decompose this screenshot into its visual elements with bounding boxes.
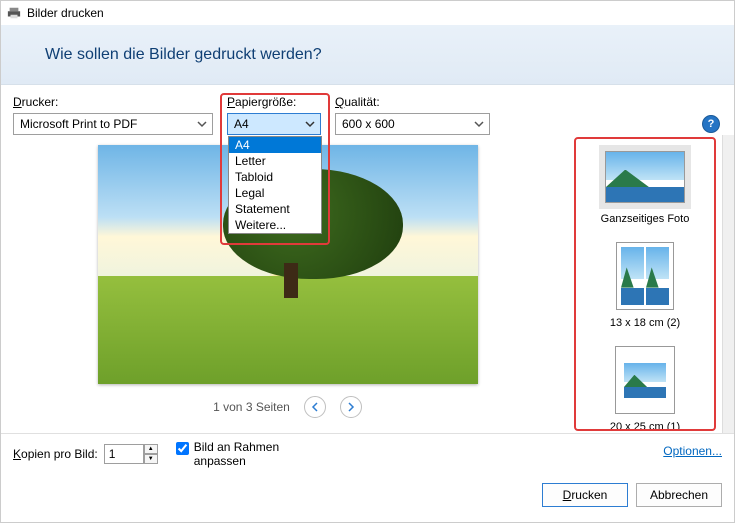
copies-down-button[interactable]: ▼ xyxy=(144,454,158,464)
chevron-down-icon xyxy=(473,118,485,130)
layout-label: 20 x 25 cm (1) xyxy=(610,421,680,431)
content-area: 1 von 3 Seiten Ganzseitiges Foto xyxy=(1,135,734,433)
settings-row: Drucker: Microsoft Print to PDF Papiergr… xyxy=(1,85,734,135)
page-indicator: 1 von 3 Seiten xyxy=(213,400,290,414)
copies-up-button[interactable]: ▲ xyxy=(144,444,158,454)
prev-page-button[interactable] xyxy=(304,396,326,418)
options-bar: Kopien pro Bild: ▲ ▼ Bild an Rahmen anpa… xyxy=(1,433,734,473)
chevron-down-icon xyxy=(196,118,208,130)
header-banner: Wie sollen die Bilder gedruckt werden? xyxy=(1,25,734,85)
printer-icon xyxy=(7,6,21,20)
window-title: Bilder drucken xyxy=(27,6,104,20)
paper-option[interactable]: Statement xyxy=(229,201,321,217)
fit-frame-checkbox[interactable] xyxy=(176,442,189,455)
header-question: Wie sollen die Bilder gedruckt werden? xyxy=(45,46,322,64)
options-link[interactable]: Optionen... xyxy=(663,444,722,458)
layout-option-13x18[interactable]: 13 x 18 cm (2) xyxy=(610,239,680,329)
paper-size-value: A4 xyxy=(234,117,249,131)
title-bar: Bilder drucken xyxy=(1,1,734,25)
layout-option-20x25[interactable]: 20 x 25 cm (1) xyxy=(610,343,680,431)
layout-scrollbar[interactable] xyxy=(722,135,734,433)
paper-option[interactable]: Tabloid xyxy=(229,169,321,185)
dialog-buttons: Drucken Abbrechen xyxy=(1,473,734,519)
paper-option[interactable]: Letter xyxy=(229,153,321,169)
copies-control: Kopien pro Bild: ▲ ▼ xyxy=(13,444,158,464)
printer-label: Drucker: xyxy=(13,95,213,109)
fit-frame-label: Bild an Rahmen anpassen xyxy=(194,440,304,468)
print-button[interactable]: Drucken xyxy=(542,483,628,507)
quality-label: Qualität: xyxy=(335,95,490,109)
quality-combobox[interactable]: 600 x 600 xyxy=(335,113,490,135)
copies-input[interactable] xyxy=(104,444,144,464)
layout-option-fullpage[interactable]: Ganzseitiges Foto xyxy=(599,145,691,225)
fit-frame-control: Bild an Rahmen anpassen xyxy=(176,440,304,468)
quality-value: 600 x 600 xyxy=(342,117,395,131)
chevron-down-icon xyxy=(304,118,316,130)
paper-size-combobox[interactable]: A4 A4 Letter Tabloid Legal Statement Wei… xyxy=(227,113,321,135)
paper-option[interactable]: Weitere... xyxy=(229,217,321,233)
paper-option[interactable]: Legal xyxy=(229,185,321,201)
layout-list: Ganzseitiges Foto 13 x 18 cm (2) 20 x 25… xyxy=(574,137,716,431)
next-page-button[interactable] xyxy=(340,396,362,418)
paper-size-label: Papiergröße: xyxy=(227,95,321,109)
copies-label: Kopien pro Bild: xyxy=(13,447,98,461)
print-pictures-dialog: Bilder drucken Wie sollen die Bilder ged… xyxy=(0,0,735,523)
cancel-button[interactable]: Abbrechen xyxy=(636,483,722,507)
printer-combobox[interactable]: Microsoft Print to PDF xyxy=(13,113,213,135)
layout-label: 13 x 18 cm (2) xyxy=(610,317,680,329)
layout-label: Ganzseitiges Foto xyxy=(601,213,690,225)
pager: 1 von 3 Seiten xyxy=(213,396,362,418)
paper-option[interactable]: A4 xyxy=(229,137,321,153)
layout-sidebar-wrap: Ganzseitiges Foto 13 x 18 cm (2) 20 x 25… xyxy=(574,135,734,433)
help-button[interactable]: ? xyxy=(702,115,720,133)
paper-size-dropdown: A4 Letter Tabloid Legal Statement Weiter… xyxy=(228,136,322,234)
printer-value: Microsoft Print to PDF xyxy=(20,117,137,131)
